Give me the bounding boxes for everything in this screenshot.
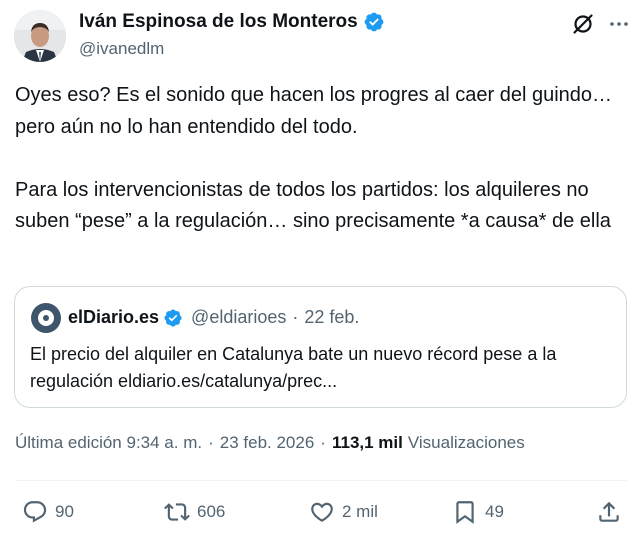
verified-badge-icon xyxy=(164,308,182,327)
quote-header: elDiario.es @eldiarioes · 22 feb. xyxy=(68,307,359,328)
like-icon xyxy=(311,502,333,522)
author-handle[interactable]: @ivanedlm xyxy=(79,39,164,59)
reply-count: 90 xyxy=(55,502,74,521)
tweet-date[interactable]: 23 feb. 2026 xyxy=(220,433,315,453)
like-button[interactable]: 2 mil xyxy=(309,499,378,525)
quote-handle[interactable]: @eldiarioes xyxy=(191,307,286,328)
tweet-meta: Última edición 9:34 a. m. · 23 feb. 2026… xyxy=(15,433,525,453)
repost-count: 606 xyxy=(197,502,226,521)
like-count: 2 mil xyxy=(342,502,378,521)
author-display-name[interactable]: Iván Espinosa de los Monteros xyxy=(79,11,358,33)
grok-button[interactable] xyxy=(567,8,599,40)
views-count: 113,1 mil xyxy=(331,433,403,452)
repost-button[interactable]: 606 xyxy=(164,499,225,525)
tweet-text: Oyes eso? Es el sonido que hacen los pro… xyxy=(15,84,613,232)
reply-button[interactable]: 90 xyxy=(22,499,74,525)
divider xyxy=(15,480,627,481)
share-button[interactable] xyxy=(596,499,622,525)
share-icon xyxy=(599,501,619,522)
meta-separator: · xyxy=(320,433,326,452)
bookmark-button[interactable]: 49 xyxy=(452,499,504,525)
quote-text: El precio del alquiler en Catalunya bate… xyxy=(30,344,557,391)
bookmark-icon xyxy=(456,501,474,524)
verified-badge-icon xyxy=(364,12,384,32)
meta-separator: · xyxy=(208,433,214,452)
tweet: Iván Espinosa de los Monteros @ivanedlm … xyxy=(0,0,643,541)
edited-label[interactable]: Última edición 9:34 a. m. xyxy=(15,433,202,453)
more-options-button[interactable] xyxy=(603,8,635,40)
grok-icon xyxy=(573,14,593,34)
views-label: Visualizaciones xyxy=(407,433,525,452)
quoted-tweet[interactable]: elDiario.es @eldiarioes · 22 feb. El pre… xyxy=(14,286,627,408)
quote-separator: · xyxy=(292,307,299,327)
repost-icon xyxy=(164,503,190,521)
author-name-row: Iván Espinosa de los Monteros xyxy=(79,11,385,33)
more-icon xyxy=(610,22,628,26)
quote-display-name[interactable]: elDiario.es xyxy=(68,307,159,328)
quote-date[interactable]: 22 feb. xyxy=(304,307,359,328)
bookmark-count: 49 xyxy=(485,502,504,521)
author-avatar[interactable] xyxy=(14,10,66,62)
quote-avatar xyxy=(31,303,61,333)
reply-icon xyxy=(23,501,47,523)
